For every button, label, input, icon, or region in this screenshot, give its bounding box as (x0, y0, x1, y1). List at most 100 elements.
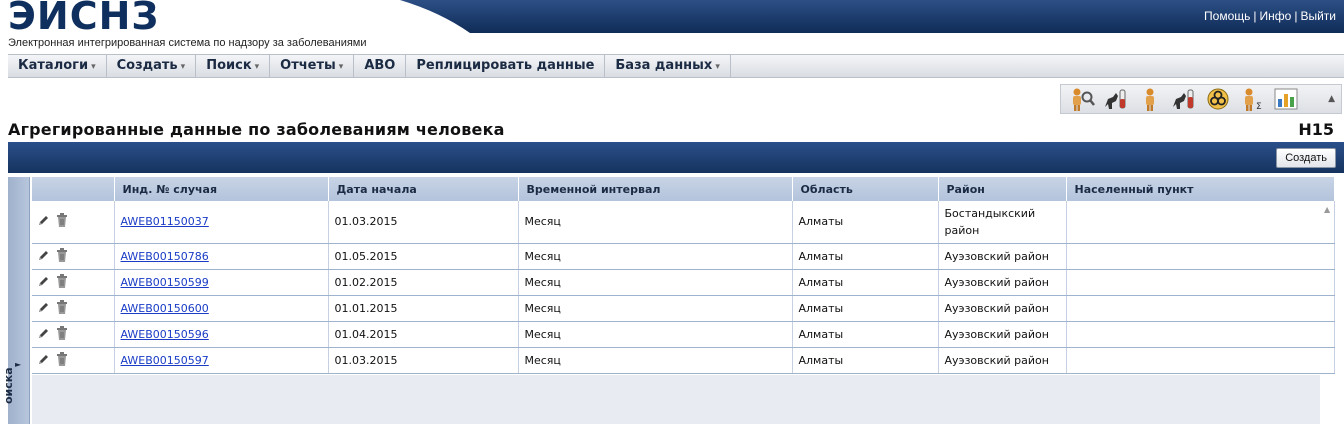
settlement-cell (1066, 295, 1335, 322)
main-menu-bar: Каталоги ▾ Создать ▾ Поиск ▾ Отчеты ▾ АВО Ре… (8, 54, 1344, 78)
settlement-cell (1066, 243, 1335, 270)
logout-link[interactable]: Выйти (1300, 9, 1336, 23)
case-id-link[interactable]: AWEB00150600 (121, 302, 209, 315)
menu-catalogs[interactable]: Каталоги ▾ (8, 55, 107, 77)
table-row[interactable]: AWEB00150786 01.05.2015 Месяц Алматы Ауэзовс… (32, 243, 1335, 270)
settlement-cell (1066, 201, 1335, 244)
region-cell: Алматы (792, 243, 939, 270)
bar-chart-report-icon[interactable] (1269, 86, 1303, 112)
column-header-region[interactable]: Область (792, 177, 939, 201)
table-row[interactable]: AWEB00150597 01.03.2015 Месяц Алматы Ауэзовс… (32, 347, 1335, 374)
row-actions-cell (32, 243, 115, 270)
top-links: Помощь | Инфо | Выйти (1204, 9, 1336, 23)
delete-trash-icon[interactable] (56, 351, 68, 369)
expand-arrow-icon: ► (15, 360, 22, 369)
district-cell: Ауэзовский район (938, 321, 1067, 348)
district-cell: Ауэзовский район (938, 347, 1067, 374)
scroll-up-icon[interactable]: ▲ (1324, 205, 1330, 214)
district-cell: Ауэзовский район (938, 295, 1067, 322)
person-search-icon[interactable] (1065, 86, 1099, 112)
table-row[interactable]: AWEB01150037 01.03.2015 Месяц Алматы Бостанд… (32, 201, 1335, 244)
start-date-cell: 01.02.2015 (328, 269, 519, 296)
person-icon[interactable] (1133, 86, 1167, 112)
delete-trash-icon[interactable] (56, 273, 68, 291)
district-cell: Бостандыкский район (938, 201, 1067, 244)
table-body: AWEB01150037 01.03.2015 Месяц Алматы Бостанд… (32, 201, 1335, 374)
create-button[interactable]: Создать (1276, 148, 1336, 168)
edit-pencil-icon[interactable] (38, 275, 50, 290)
column-header-case-id[interactable]: Инд. № случая (114, 177, 329, 201)
biohazard-icon[interactable] (1201, 86, 1235, 112)
menu-replicate-data[interactable]: Реплицировать данные (406, 55, 606, 77)
header-band (0, 0, 1344, 33)
action-bar: Создать (8, 142, 1344, 173)
chevron-down-icon: ▾ (254, 62, 260, 72)
app-subtitle: Электронная интегрированная система по н… (8, 37, 367, 49)
edit-pencil-icon[interactable] (38, 301, 50, 316)
case-id-cell: AWEB00150596 (114, 321, 329, 348)
region-cell: Алматы (792, 321, 939, 348)
vet-test-icon[interactable] (1099, 86, 1133, 112)
start-date-cell: 01.03.2015 (328, 201, 519, 244)
app-title: ЭИСНЗ (8, 0, 160, 38)
case-id-link[interactable]: AWEB00150596 (121, 328, 209, 341)
district-cell: Ауэзовский район (938, 243, 1067, 270)
column-header-interval[interactable]: Временной интервал (518, 177, 793, 201)
start-date-cell: 01.05.2015 (328, 243, 519, 270)
settlement-cell (1066, 347, 1335, 374)
delete-trash-icon[interactable] (56, 325, 68, 343)
chevron-down-icon: ▾ (715, 62, 720, 72)
region-cell: Алматы (792, 347, 939, 374)
column-header-actions (32, 177, 115, 201)
delete-trash-icon[interactable] (56, 247, 68, 265)
delete-trash-icon[interactable] (56, 213, 68, 230)
menu-label: Поиск (206, 58, 252, 73)
case-id-link[interactable]: AWEB01150037 (121, 215, 209, 228)
link-separator: | (1253, 9, 1257, 23)
column-header-settlement[interactable]: Населенный пункт (1066, 177, 1335, 201)
settlement-cell (1066, 269, 1335, 296)
row-actions-cell (32, 347, 115, 374)
svg-text:Σ: Σ (1256, 102, 1262, 111)
collapse-toolbar-icon[interactable]: ▲ (1328, 94, 1335, 104)
column-header-district[interactable]: Район (938, 177, 1067, 201)
edit-pencil-icon[interactable] (38, 327, 50, 342)
interval-cell: Месяц (518, 321, 793, 348)
edit-pencil-icon[interactable] (38, 214, 50, 229)
start-date-cell: 01.04.2015 (328, 321, 519, 348)
menu-create[interactable]: Создать ▾ (107, 55, 197, 77)
edit-pencil-icon[interactable] (38, 353, 50, 368)
menu-reports[interactable]: Отчеты ▾ (270, 55, 355, 77)
info-link[interactable]: Инфо (1260, 9, 1292, 23)
edit-pencil-icon[interactable] (38, 249, 50, 264)
row-actions-cell (32, 295, 115, 322)
menu-database[interactable]: База данных ▾ (605, 55, 731, 77)
case-id-link[interactable]: AWEB00150597 (121, 354, 209, 367)
menu-label: АВО (364, 58, 396, 73)
chevron-down-icon: ▾ (91, 62, 96, 72)
chevron-down-icon: ▾ (338, 62, 344, 72)
case-id-link[interactable]: AWEB00150599 (121, 276, 209, 289)
interval-cell: Месяц (518, 243, 793, 270)
row-actions-cell (32, 269, 115, 296)
interval-cell: Месяц (518, 295, 793, 322)
case-id-cell: AWEB00150786 (114, 243, 329, 270)
table-row[interactable]: AWEB00150599 01.02.2015 Месяц Алматы Ауэзовс… (32, 269, 1335, 296)
delete-trash-icon[interactable] (56, 299, 68, 317)
menu-label: База данных (615, 58, 713, 73)
region-cell: Алматы (792, 201, 939, 244)
table-row[interactable]: AWEB00150600 01.01.2015 Месяц Алматы Ауэзовс… (32, 295, 1335, 322)
district-cell: Ауэзовский район (938, 269, 1067, 296)
app-header: ЭИСНЗ Электронная интегрированная систем… (0, 0, 1344, 50)
menu-search[interactable]: Поиск ▾ (196, 55, 271, 77)
table-row[interactable]: AWEB00150596 01.04.2015 Месяц Алматы Ауэзовс… (32, 321, 1335, 348)
menu-label: Отчеты (280, 58, 336, 73)
person-sum-icon[interactable]: Σ (1235, 86, 1269, 112)
menu-avo[interactable]: АВО (354, 55, 407, 77)
case-id-link[interactable]: AWEB00150786 (121, 250, 209, 263)
animal-test-icon[interactable] (1167, 86, 1201, 112)
help-link[interactable]: Помощь (1204, 9, 1250, 23)
column-header-start-date[interactable]: Дата начала (328, 177, 519, 201)
region-cell: Алматы (792, 295, 939, 322)
interval-cell: Месяц (518, 201, 793, 244)
